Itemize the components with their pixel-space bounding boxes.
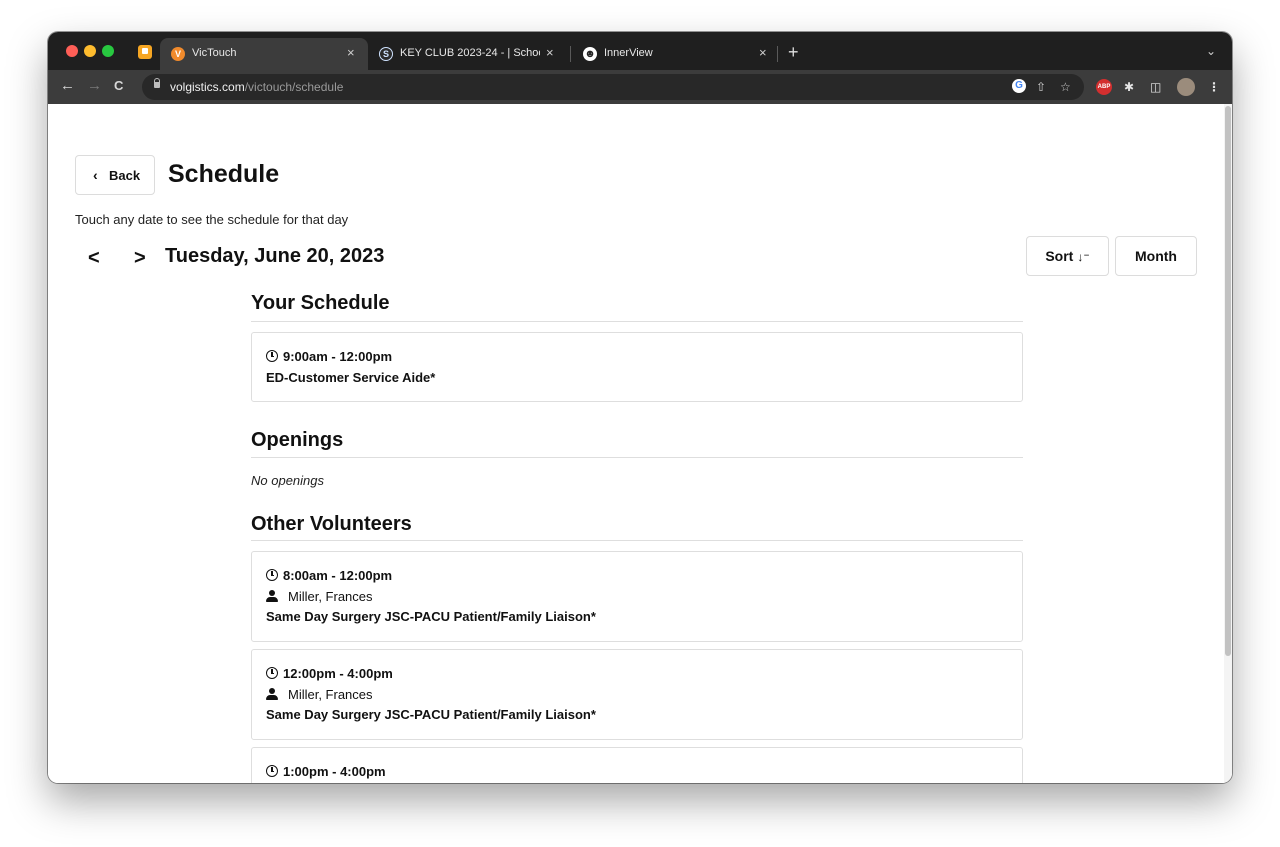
shift-role: Same Day Surgery JSC-PACU Patient/Family…: [266, 609, 596, 624]
shift-role: ED-Customer Service Aide*: [266, 370, 436, 385]
shift-time: 1:00pm - 4:00pm: [283, 764, 386, 779]
tab-close-icon[interactable]: ×: [759, 46, 767, 60]
pinned-tab-icon[interactable]: [138, 45, 152, 59]
clock-icon: [266, 350, 278, 362]
back-arrow-icon[interactable]: ←: [60, 77, 75, 95]
shift-time: 9:00am - 12:00pm: [283, 349, 393, 364]
tab-close-icon[interactable]: ×: [347, 46, 355, 60]
clock-icon: [266, 765, 278, 777]
menu-kebab-icon[interactable]: ⋮: [1208, 79, 1220, 95]
your-schedule-heading: Your Schedule: [251, 292, 390, 314]
tab-strip: V VicTouch × S KEY CLUB 2023-24 - | Scho…: [48, 32, 1232, 70]
other-volunteers-heading: Other Volunteers: [251, 513, 412, 535]
innerview-favicon-icon: ☻: [583, 47, 597, 61]
browser-toolbar: ← → C volgistics.com/victouch/schedule G…: [48, 70, 1232, 104]
shift-card[interactable]: 9:00am - 12:00pm ED-Customer Service Aid…: [251, 332, 1023, 402]
tab-title: KEY CLUB 2023-24 - | Schoolo: [400, 47, 540, 59]
victouch-favicon-icon: V: [171, 47, 185, 61]
bookmark-star-icon[interactable]: ☆: [1060, 79, 1071, 95]
volunteer-name: Miller, Frances: [288, 589, 373, 604]
clock-icon: [266, 667, 278, 679]
forward-arrow-icon[interactable]: →: [87, 77, 102, 95]
tab-close-icon[interactable]: ×: [546, 46, 554, 60]
new-tab-button[interactable]: +: [788, 43, 799, 61]
openings-heading: Openings: [251, 429, 344, 451]
month-button[interactable]: Month: [1115, 236, 1197, 276]
minimize-window-button[interactable]: [84, 45, 96, 57]
reload-icon[interactable]: C: [114, 77, 123, 95]
shift-time-row: 8:00am - 12:00pm: [266, 568, 392, 583]
sort-button[interactable]: Sort ↓⁻: [1026, 236, 1109, 276]
sort-icon: ↓⁻: [1077, 250, 1090, 264]
clock-icon: [266, 569, 278, 581]
extensions-puzzle-icon[interactable]: ✱: [1124, 79, 1134, 95]
volunteer-shift-card[interactable]: 8:00am - 12:00pm Miller, Frances Same Da…: [251, 551, 1023, 642]
previous-day-chevron-icon[interactable]: <: [88, 246, 100, 270]
tab-title: VicTouch: [192, 47, 237, 59]
current-date: Tuesday, June 20, 2023: [165, 245, 385, 267]
schoology-favicon-icon: S: [379, 47, 393, 61]
url-text[interactable]: volgistics.com/victouch/schedule: [170, 80, 343, 94]
section-divider: [251, 321, 1023, 322]
volunteer-row: Miller, Frances: [266, 687, 373, 702]
share-icon[interactable]: ⇧: [1036, 79, 1046, 95]
next-day-chevron-icon[interactable]: >: [134, 246, 146, 270]
browser-window: V VicTouch × S KEY CLUB 2023-24 - | Scho…: [48, 32, 1232, 783]
url-host: volgistics.com: [170, 80, 245, 94]
tab-key-club[interactable]: S KEY CLUB 2023-24 - | Schoolo ×: [368, 38, 564, 70]
no-openings-text: No openings: [251, 473, 324, 488]
shift-time: 12:00pm - 4:00pm: [283, 666, 393, 681]
section-divider: [251, 457, 1023, 458]
chevron-left-icon: ‹: [93, 167, 98, 183]
address-bar[interactable]: volgistics.com/victouch/schedule G ⇧ ☆: [142, 74, 1084, 100]
volunteer-shift-card[interactable]: 1:00pm - 4:00pm: [251, 747, 1023, 783]
back-button[interactable]: ‹ Back: [75, 155, 155, 195]
adblock-plus-icon[interactable]: ABP: [1096, 79, 1112, 95]
profile-avatar[interactable]: [1177, 78, 1195, 96]
person-icon: [266, 688, 278, 700]
tab-victouch[interactable]: V VicTouch ×: [160, 38, 368, 70]
close-window-button[interactable]: [66, 45, 78, 57]
zoom-window-button[interactable]: [102, 45, 114, 57]
sort-button-label: Sort: [1045, 248, 1074, 264]
section-divider: [251, 540, 1023, 541]
page-content: ‹ Back Schedule Touch any date to see th…: [48, 104, 1232, 783]
tab-innerview[interactable]: ☻ InnerView ×: [572, 38, 777, 70]
lock-icon[interactable]: [154, 78, 160, 88]
url-path: /victouch/schedule: [244, 80, 344, 94]
scrollbar-thumb[interactable]: [1225, 106, 1231, 656]
tab-title: InnerView: [604, 47, 653, 59]
shift-time-row: 12:00pm - 4:00pm: [266, 666, 393, 681]
volunteer-row: Miller, Frances: [266, 589, 373, 604]
volunteer-name: Miller, Frances: [288, 687, 373, 702]
person-icon: [266, 590, 278, 602]
instruction-text: Touch any date to see the schedule for t…: [75, 212, 349, 227]
shift-role: Same Day Surgery JSC-PACU Patient/Family…: [266, 707, 596, 722]
page-title: Schedule: [168, 160, 280, 188]
shift-time: 8:00am - 12:00pm: [283, 568, 393, 583]
tab-separator: [570, 46, 571, 62]
back-button-label: Back: [109, 168, 141, 183]
shift-time-row: 9:00am - 12:00pm: [266, 349, 392, 364]
google-lens-icon[interactable]: G: [1012, 79, 1026, 93]
volunteer-shift-card[interactable]: 12:00pm - 4:00pm Miller, Frances Same Da…: [251, 649, 1023, 740]
scrollbar[interactable]: [1224, 104, 1232, 783]
shift-time-row: 1:00pm - 4:00pm: [266, 764, 386, 779]
tab-search-chevron-icon[interactable]: ⌄: [1206, 44, 1216, 58]
tab-separator: [777, 46, 778, 62]
side-panel-icon[interactable]: ◫: [1150, 79, 1161, 95]
